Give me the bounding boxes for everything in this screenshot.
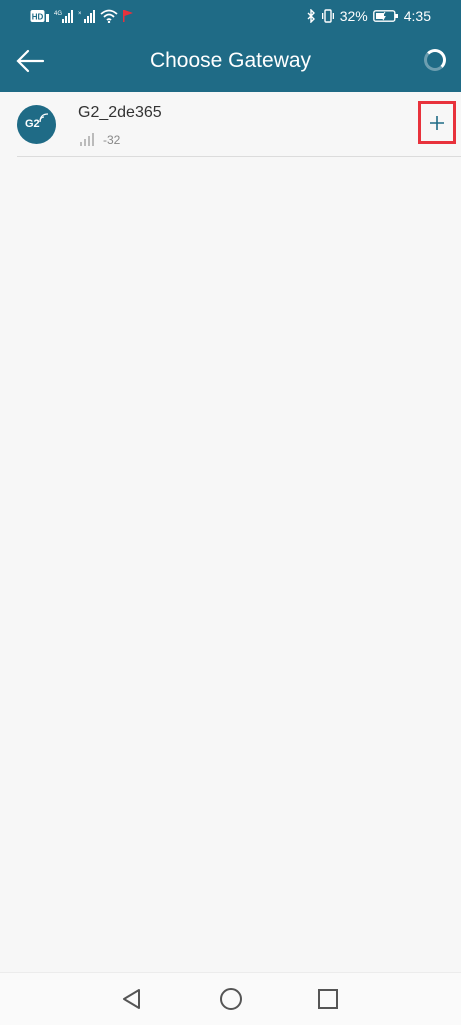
plus-icon bbox=[430, 115, 444, 130]
divider bbox=[17, 156, 461, 157]
vibrate-icon bbox=[321, 9, 335, 23]
flag-icon bbox=[122, 9, 134, 23]
status-right: 32% 4:35 bbox=[306, 8, 431, 24]
gateway-name: G2_2de365 bbox=[78, 104, 162, 121]
status-time: 4:35 bbox=[403, 8, 431, 24]
add-gateway-button[interactable] bbox=[418, 101, 456, 144]
svg-text:×: × bbox=[78, 11, 82, 17]
hd-icon: HD bbox=[30, 9, 50, 23]
nav-bar bbox=[0, 972, 461, 1025]
signal-value: -32 bbox=[103, 133, 121, 147]
battery-percent: 32% bbox=[339, 8, 368, 24]
app-bar: Choose Gateway bbox=[0, 32, 461, 92]
bluetooth-icon bbox=[306, 9, 316, 23]
signal-strength-icon bbox=[80, 133, 94, 146]
4g-signal-icon: 4G bbox=[54, 9, 74, 23]
status-left: HD 4G × bbox=[30, 8, 134, 24]
nav-back-icon[interactable] bbox=[120, 987, 144, 1016]
nav-recent-icon[interactable] bbox=[318, 989, 338, 1014]
spinner-icon bbox=[424, 49, 446, 71]
avatar-label: G2 bbox=[25, 118, 40, 130]
page-title: Choose Gateway bbox=[149, 49, 312, 72]
battery-icon bbox=[372, 9, 399, 23]
svg-text:4G: 4G bbox=[54, 11, 62, 17]
avatar: G2 bbox=[17, 105, 56, 144]
status-bar: HD 4G × 32% 4:35 bbox=[0, 0, 461, 32]
signal-icon: × bbox=[78, 9, 96, 23]
list-item[interactable]: G2 G2_2de365 -32 bbox=[0, 92, 461, 158]
wifi-icon bbox=[100, 9, 118, 23]
nav-home-icon[interactable] bbox=[219, 987, 243, 1016]
wifi-icon bbox=[39, 113, 49, 123]
svg-text:HD: HD bbox=[32, 13, 44, 22]
header: HD 4G × 32% 4:35 Choose Gateway bbox=[0, 0, 461, 92]
